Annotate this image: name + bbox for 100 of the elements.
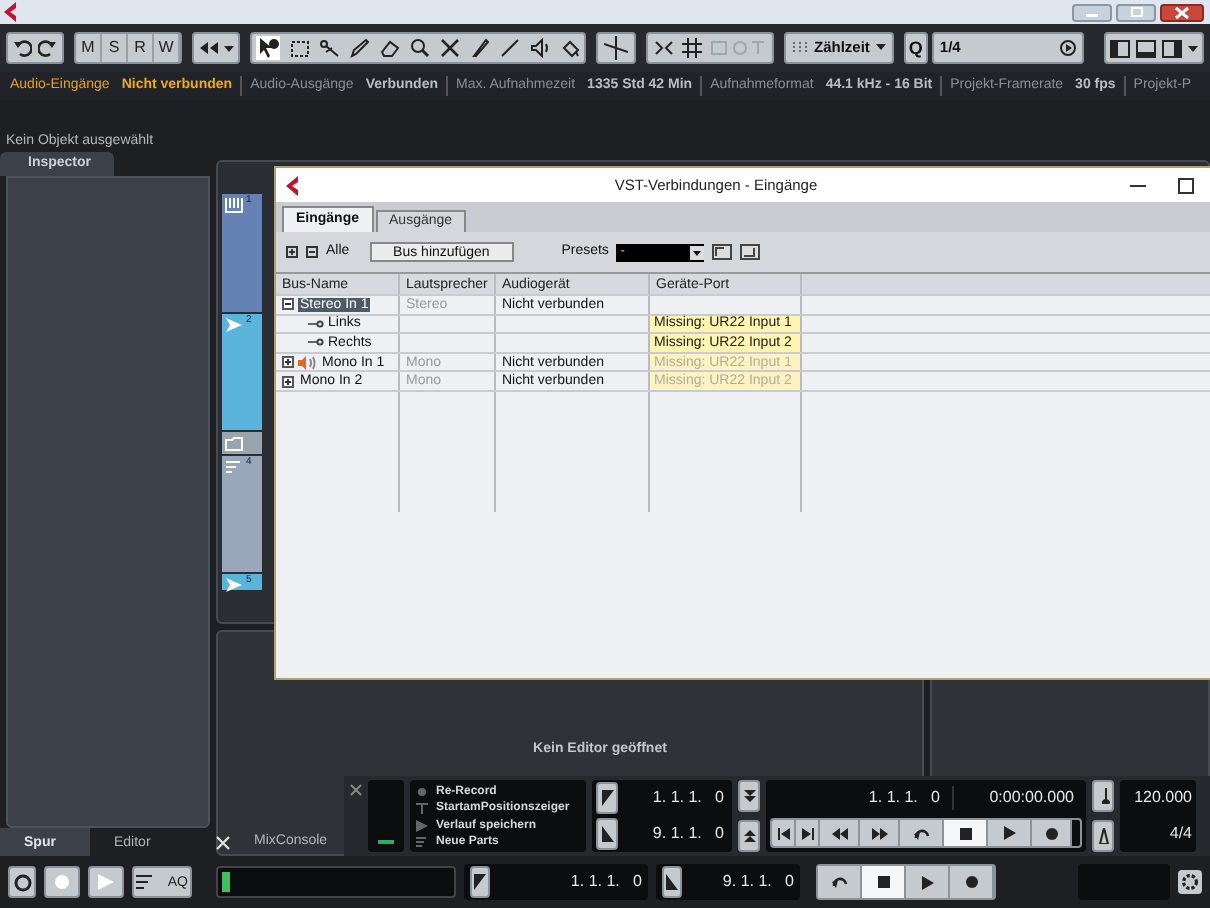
stop-button[interactable]: [944, 820, 988, 846]
left-zone-icon[interactable]: [1109, 39, 1130, 57]
play-button[interactable]: [988, 820, 1032, 846]
audio-track-icon: [224, 316, 244, 334]
store-preset-icon[interactable]: [712, 244, 733, 260]
arrow-tool-icon[interactable]: [198, 38, 222, 58]
automation-button[interactable]: R: [128, 34, 154, 62]
right-locator-button[interactable]: [662, 866, 682, 898]
down-arrows-icon: [743, 790, 755, 802]
redo-icon[interactable]: [38, 38, 58, 58]
position-time: 0:00:00.000: [987, 786, 1076, 810]
color-tool-icon[interactable]: [560, 38, 580, 58]
caret-icon: [875, 44, 886, 52]
right-locator-button[interactable]: [596, 818, 618, 850]
stop-icon: [877, 876, 889, 888]
record-mode-icon: [416, 835, 428, 847]
channel-connector-icon: [308, 336, 324, 349]
snap-arrows-icon[interactable]: [654, 38, 674, 58]
meter-peak-icon: [222, 872, 230, 892]
note-icon: [1097, 788, 1109, 804]
cycle-icon: [911, 825, 931, 841]
right-locator-icon: [666, 874, 678, 890]
right-zone-icon[interactable]: [1161, 39, 1182, 57]
automation-button[interactable]: W: [154, 34, 180, 62]
record-icon: [965, 876, 977, 888]
track-strip[interactable]: [222, 432, 262, 456]
rewind-button[interactable]: [820, 820, 860, 846]
record-mode-icon: [416, 819, 428, 831]
lower-zone-icon[interactable]: [1135, 39, 1156, 57]
right-locator-icon: [601, 826, 613, 842]
left-locator-button[interactable]: [470, 866, 490, 898]
cycle-button[interactable]: [900, 820, 944, 846]
left-locator-value: 1. 1. 1. 0: [650, 786, 726, 810]
settings-icon[interactable]: [1178, 870, 1202, 894]
remove-preset-icon[interactable]: [740, 244, 761, 260]
scissors-icon[interactable]: [320, 38, 340, 58]
skip-end-icon: [801, 827, 813, 839]
eraser-icon[interactable]: [380, 38, 400, 58]
play-icon: [98, 874, 114, 890]
left-locator-icon: [474, 874, 486, 890]
metronome-icon: [1097, 828, 1109, 844]
click-button[interactable]: [1092, 780, 1114, 812]
play-button[interactable]: [906, 866, 950, 898]
fast-forward-button[interactable]: [860, 820, 900, 846]
speaker-icon: [298, 355, 316, 370]
speaker-icon[interactable]: [530, 38, 550, 58]
maximize-icon[interactable]: [1178, 177, 1194, 193]
go-to-end-button[interactable]: [796, 820, 820, 846]
undo-icon[interactable]: [12, 38, 32, 58]
stop-button[interactable]: [862, 866, 906, 898]
next-marker-button[interactable]: [738, 820, 760, 852]
pointer-tool-icon[interactable]: [256, 36, 280, 60]
comp-tool-icon[interactable]: [470, 38, 490, 58]
record-icon: [54, 874, 70, 890]
constrain-icon: [13, 873, 31, 891]
zoom-icon[interactable]: [410, 38, 430, 58]
record-button[interactable]: [950, 866, 994, 898]
collapse-icon[interactable]: [282, 298, 294, 311]
collapse-all-icon[interactable]: [306, 246, 318, 258]
close-icon[interactable]: [1160, 3, 1204, 21]
left-locator-icon: [601, 790, 613, 806]
automation-button[interactable]: S: [102, 34, 128, 62]
tempo-track-button[interactable]: [1092, 820, 1114, 852]
record-mode-icon: [416, 801, 428, 813]
line-tool-icon[interactable]: [500, 38, 520, 58]
constrain-button[interactable]: [8, 866, 36, 898]
instrument-track-icon: [224, 196, 244, 214]
expand-icon[interactable]: [282, 356, 294, 369]
quantize-lines-icon[interactable]: [136, 874, 152, 890]
close-icon[interactable]: [350, 784, 362, 796]
go-to-start-button[interactable]: [772, 820, 796, 846]
record-button[interactable]: [1032, 820, 1072, 846]
right-locator-value: 9. 1. 1. 0: [650, 822, 726, 846]
record-icon: [1045, 827, 1057, 839]
tempo-value: 120.000: [1134, 786, 1192, 810]
up-arrows-icon: [743, 830, 755, 842]
channel-connector-icon: [308, 317, 324, 330]
automation-button[interactable]: M: [76, 34, 102, 62]
cycle-icon: [829, 874, 849, 890]
mute-tool-icon[interactable]: [440, 38, 460, 58]
cycle-mode-button[interactable]: [88, 866, 124, 898]
grid-icon[interactable]: [682, 38, 702, 58]
range-tool-icon[interactable]: [290, 38, 310, 58]
record-mode-icon: [416, 785, 428, 797]
cycle-button[interactable]: [818, 866, 862, 898]
pencil-icon[interactable]: [350, 38, 370, 58]
left-locator-value: 1. 1. 1. 0: [568, 870, 642, 894]
fast-forward-icon: [871, 827, 887, 839]
skip-start-icon: [777, 827, 789, 839]
expand-all-icon[interactable]: [286, 246, 298, 258]
quantize-button[interactable]: Q: [903, 32, 928, 64]
stop-icon: [959, 827, 971, 839]
expand-icon[interactable]: [282, 375, 294, 388]
play-icon: [921, 875, 933, 889]
midi-track-icon: [224, 458, 244, 476]
left-locator-button[interactable]: [596, 782, 618, 814]
caret-icon: [690, 245, 705, 259]
previous-marker-button[interactable]: [738, 780, 760, 812]
snap-cross-icon[interactable]: [604, 36, 628, 60]
grid-dots-icon: [792, 40, 808, 56]
